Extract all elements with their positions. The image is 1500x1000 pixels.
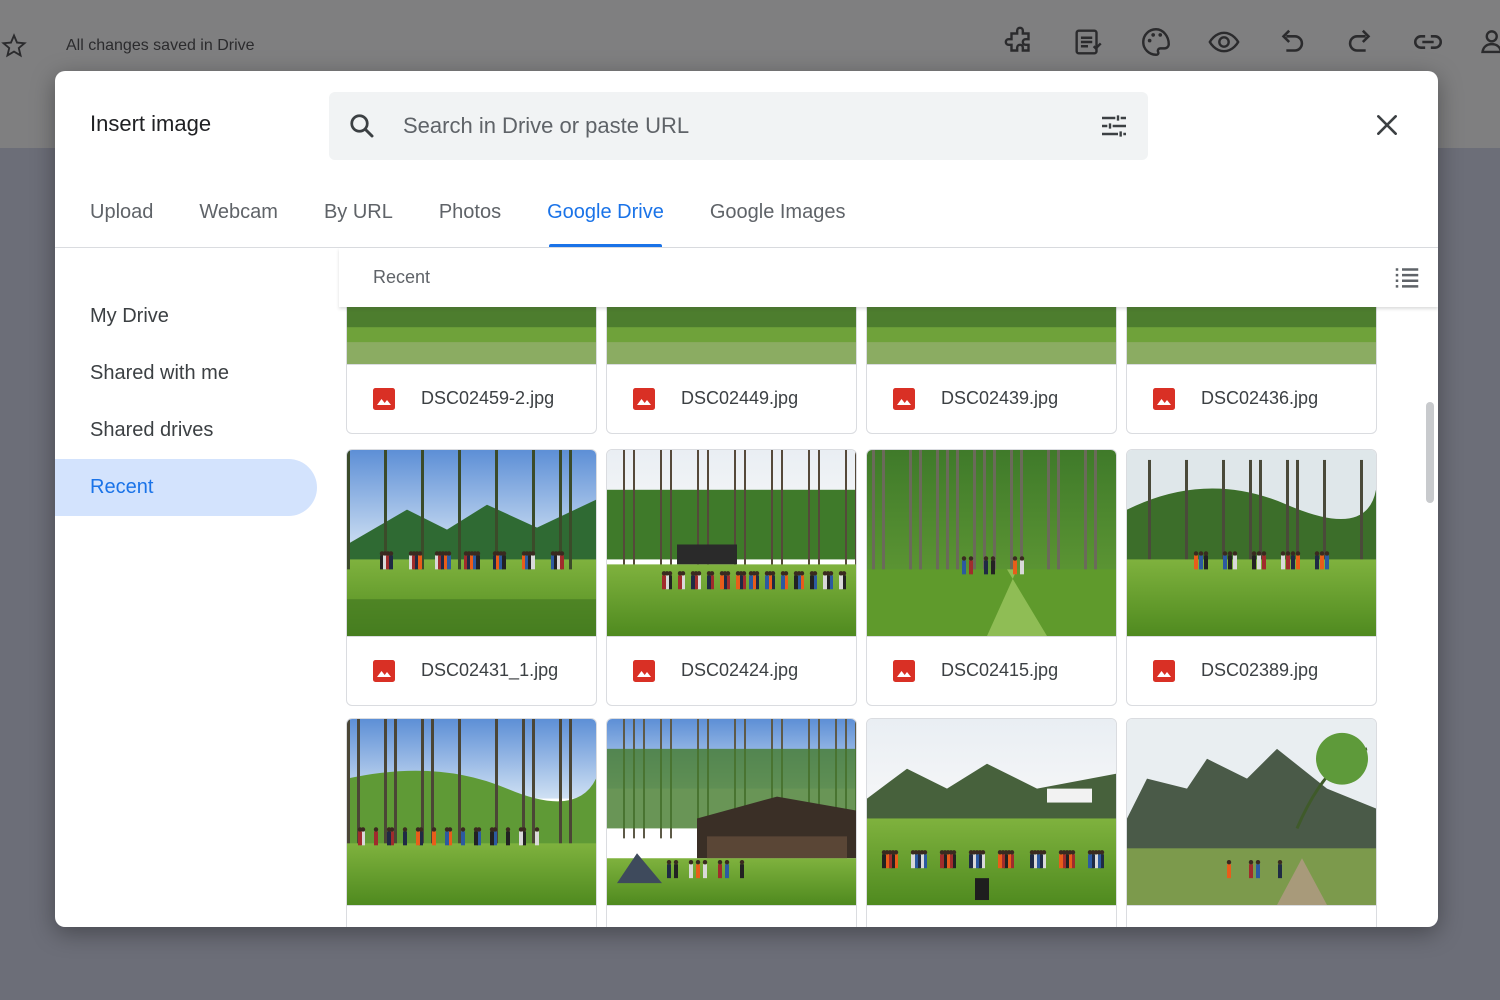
file-card-footer: DSC02384.jpg <box>347 906 596 927</box>
image-thumbnail[interactable] <box>1127 307 1376 365</box>
sidebar-item-shared-drives[interactable]: Shared drives <box>55 402 317 459</box>
section-label: Recent <box>373 267 431 287</box>
file-name: DSC02431_1.jpg <box>421 660 559 680</box>
image-thumbnail[interactable] <box>607 450 856 637</box>
image-thumbnail[interactable] <box>347 307 596 365</box>
file-card-footer: DSC02389.jpg <box>1127 637 1376 705</box>
close-icon[interactable] <box>1374 112 1400 138</box>
dialog-title: Insert image <box>90 111 212 136</box>
undo-icon <box>1258 24 1326 60</box>
tab-by-url[interactable]: By URL <box>324 193 393 247</box>
file-card[interactable]: DSC02415.jpg <box>866 449 1117 706</box>
image-thumbnail[interactable] <box>867 307 1116 365</box>
palette-icon <box>1122 24 1190 60</box>
image-file-icon <box>1153 660 1175 682</box>
file-card-footer: DSC02436.jpg <box>1127 365 1376 433</box>
puzzle-icon <box>986 24 1054 60</box>
image-thumbnail[interactable] <box>607 719 856 906</box>
file-name: DSC02415.jpg <box>941 660 1059 680</box>
image-file-icon <box>633 660 655 682</box>
source-tabs: Upload Webcam By URL Photos Google Drive… <box>90 193 891 247</box>
eye-icon <box>1190 24 1258 60</box>
file-card[interactable]: DSC02431_1.jpg <box>346 449 597 706</box>
file-card[interactable]: DSC02459-2.jpg <box>346 307 597 434</box>
sidebar-item-shared-with-me[interactable]: Shared with me <box>55 345 317 402</box>
image-thumbnail[interactable] <box>347 719 596 906</box>
file-card[interactable]: DSC02439.jpg <box>866 307 1117 434</box>
file-card-footer: HT_05489.jpg <box>867 906 1116 927</box>
image-file-icon <box>893 660 915 682</box>
redo-icon <box>1326 24 1394 60</box>
file-card[interactable]: HT_05489.jpg <box>866 718 1117 927</box>
image-thumbnail[interactable] <box>607 307 856 365</box>
file-card-footer: DSC02424.jpg <box>607 637 856 705</box>
file-card-footer: DSC02340.jpg <box>607 906 856 927</box>
tab-google-drive[interactable]: Google Drive <box>547 193 664 247</box>
file-card[interactable]: DSC02436.jpg <box>1126 307 1377 434</box>
sidebar-item-my-drive[interactable]: My Drive <box>55 288 317 345</box>
file-card-footer: DSC02449.jpg <box>607 365 856 433</box>
file-name: DSC02439.jpg <box>941 388 1059 408</box>
tab-google-images[interactable]: Google Images <box>710 193 846 247</box>
list-view-icon[interactable] <box>1392 262 1422 292</box>
file-card[interactable]: DSC02449.jpg <box>606 307 857 434</box>
tab-webcam[interactable]: Webcam <box>199 193 278 247</box>
image-file-icon <box>373 388 395 410</box>
file-name: DSC02436.jpg <box>1201 388 1319 408</box>
search-icon[interactable] <box>347 111 377 141</box>
close-button[interactable] <box>1369 107 1405 143</box>
app-toolbar <box>986 24 1500 60</box>
star-icon <box>1 33 27 58</box>
scrollbar-thumb[interactable] <box>1426 402 1434 503</box>
sidebar-item-recent[interactable]: Recent <box>55 459 317 516</box>
image-thumbnail[interactable] <box>867 719 1116 906</box>
search-box[interactable] <box>329 92 1148 160</box>
content-header: Recent <box>339 248 1438 307</box>
file-name: DSC02389.jpg <box>1201 660 1319 680</box>
search-input[interactable] <box>403 110 1053 142</box>
image-file-icon <box>633 388 655 410</box>
checklist-icon <box>1054 24 1122 60</box>
file-name: DSC02424.jpg <box>681 660 799 680</box>
insert-image-dialog: Insert image Upload Webcam By URL Photos… <box>55 71 1438 927</box>
file-card[interactable]: DSC02340.jpg <box>606 718 857 927</box>
image-file-icon <box>1153 388 1175 410</box>
link-icon <box>1394 24 1462 60</box>
image-file-icon <box>373 660 395 682</box>
file-name: DSC02459-2.jpg <box>421 388 555 408</box>
file-card-footer: DSC02439.jpg <box>867 365 1116 433</box>
tab-photos[interactable]: Photos <box>439 193 501 247</box>
save-status-text: All changes saved in Drive <box>66 37 255 54</box>
file-name: DSC02449.jpg <box>681 388 799 408</box>
file-card[interactable]: OH_01580.jpg <box>1126 718 1377 927</box>
image-thumbnail[interactable] <box>347 450 596 637</box>
file-card-footer: DSC02459-2.jpg <box>347 365 596 433</box>
search-options-icon[interactable] <box>1098 110 1130 142</box>
file-card[interactable]: DSC02389.jpg <box>1126 449 1377 706</box>
drive-sidebar: My Drive Shared with me Shared drives Re… <box>55 288 317 516</box>
file-card-footer: DSC02415.jpg <box>867 637 1116 705</box>
file-card[interactable]: DSC02424.jpg <box>606 449 857 706</box>
file-card-footer: OH_01580.jpg <box>1127 906 1376 927</box>
image-thumbnail[interactable] <box>867 450 1116 637</box>
image-thumbnail[interactable] <box>1127 450 1376 637</box>
file-card-footer: DSC02431_1.jpg <box>347 637 596 705</box>
file-grid[interactable]: DSC02459-2.jpg DSC02449.jpg DSC02439.jpg DS… <box>339 307 1438 927</box>
image-thumbnail[interactable] <box>1127 719 1376 906</box>
add-person-icon <box>1462 24 1500 60</box>
file-card[interactable]: DSC02384.jpg <box>346 718 597 927</box>
tab-upload[interactable]: Upload <box>90 193 153 247</box>
image-file-icon <box>893 388 915 410</box>
